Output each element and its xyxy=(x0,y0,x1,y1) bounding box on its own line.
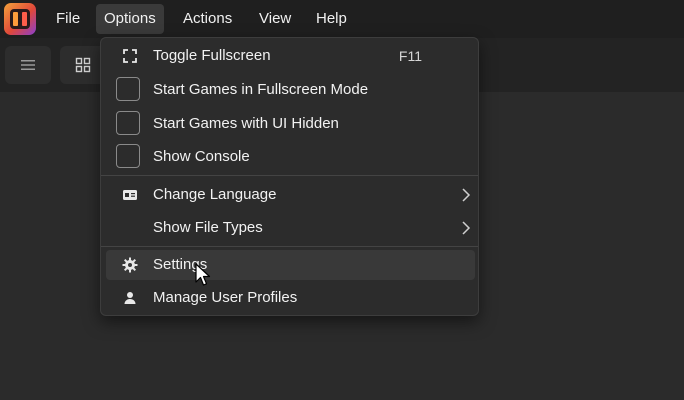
checkbox-fullscreen-mode[interactable] xyxy=(116,77,140,101)
menu-item-show-console[interactable]: Show Console xyxy=(106,142,475,172)
menu-bar: File Options Actions View Help xyxy=(0,0,684,38)
list-view-button[interactable] xyxy=(5,46,51,84)
user-icon xyxy=(124,292,136,304)
menu-item-show-file-types[interactable]: Show File Types xyxy=(106,213,475,243)
menu-item-label: Show Console xyxy=(153,148,250,165)
language-icon xyxy=(123,190,137,200)
chevron-right-icon xyxy=(462,221,471,235)
menu-item-label: Start Games in Fullscreen Mode xyxy=(153,81,369,98)
grid-icon xyxy=(75,57,91,73)
menu-item-label: Manage User Profiles xyxy=(153,289,298,306)
menu-view[interactable]: View xyxy=(251,4,299,34)
menu-item-ui-hidden[interactable]: Start Games with UI Hidden xyxy=(106,109,475,139)
menu-item-label: Show File Types xyxy=(153,219,263,236)
menu-file[interactable]: File xyxy=(48,4,88,34)
menu-item-toggle-fullscreen[interactable]: Toggle Fullscreen F11 xyxy=(106,41,475,71)
app-logo[interactable] xyxy=(4,3,36,35)
menu-item-manage-user-profiles[interactable]: Manage User Profiles xyxy=(106,283,475,313)
list-icon xyxy=(21,60,35,70)
mouse-cursor-icon xyxy=(195,263,211,286)
menu-separator xyxy=(101,175,478,176)
chevron-right-icon xyxy=(462,188,471,202)
menu-actions[interactable]: Actions xyxy=(175,4,240,34)
menu-item-label: Toggle Fullscreen xyxy=(153,47,271,64)
menu-item-fullscreen-mode[interactable]: Start Games in Fullscreen Mode xyxy=(106,75,475,105)
menu-item-change-language[interactable]: Change Language xyxy=(106,180,475,210)
menu-item-label: Start Games with UI Hidden xyxy=(153,115,339,132)
checkbox-show-console[interactable] xyxy=(116,144,140,168)
gear-icon xyxy=(122,257,138,273)
menu-separator xyxy=(101,246,478,247)
options-dropdown-menu: Toggle Fullscreen F11 Start Games in Ful… xyxy=(100,37,479,316)
shortcut-label: F11 xyxy=(398,48,422,64)
menu-item-settings[interactable]: Settings xyxy=(106,250,475,280)
menu-help[interactable]: Help xyxy=(308,4,355,34)
menu-options[interactable]: Options xyxy=(96,4,164,34)
menu-item-label: Change Language xyxy=(153,186,277,203)
checkbox-ui-hidden[interactable] xyxy=(116,111,140,135)
fullscreen-icon xyxy=(123,49,137,63)
